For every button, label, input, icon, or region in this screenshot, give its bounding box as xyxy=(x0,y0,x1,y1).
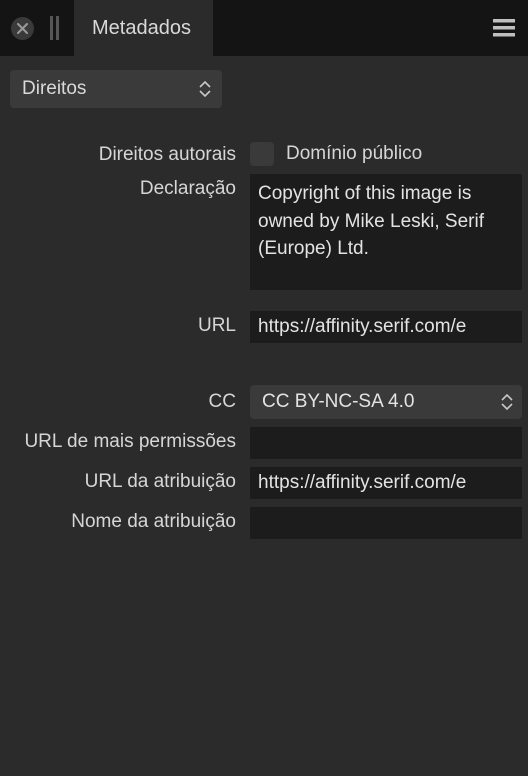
close-panel-button[interactable] xyxy=(11,17,34,40)
label-statement: Declaração xyxy=(0,174,250,200)
label-attribution-name: Nome da atribuição xyxy=(0,507,250,533)
close-icon xyxy=(17,23,28,34)
public-domain-checkbox[interactable] xyxy=(250,142,274,166)
cc-license-dropdown[interactable]: CC BY-NC-SA 4.0 xyxy=(250,385,522,419)
attribution-url-input[interactable] xyxy=(250,467,522,499)
label-rights-author: Direitos autorais xyxy=(0,140,250,166)
cc-license-selected: CC BY-NC-SA 4.0 xyxy=(262,391,500,413)
more-permissions-url-input[interactable] xyxy=(250,427,522,459)
panel-titlebar: Metadados xyxy=(0,0,528,56)
attribution-name-input[interactable] xyxy=(250,507,522,539)
updown-chevron-icon xyxy=(198,77,212,101)
label-attribution-url: URL da atribuição xyxy=(0,467,250,493)
tab-metadata[interactable]: Metadados xyxy=(74,0,213,56)
label-url: URL xyxy=(0,311,250,337)
url-input[interactable] xyxy=(250,311,522,343)
panel-drag-grip[interactable] xyxy=(50,16,59,40)
metadata-section-dropdown[interactable]: Direitos xyxy=(10,70,222,108)
tab-label: Metadados xyxy=(92,17,191,40)
hamburger-icon xyxy=(493,19,515,37)
label-more-perms-url: URL de mais permissões xyxy=(0,427,250,453)
updown-chevron-icon xyxy=(500,390,514,414)
metadata-section-selected: Direitos xyxy=(22,78,198,100)
panel-menu-button[interactable] xyxy=(480,0,528,56)
public-domain-label: Domínio público xyxy=(286,143,422,165)
label-cc: CC xyxy=(0,385,250,413)
statement-textarea[interactable] xyxy=(250,174,522,290)
